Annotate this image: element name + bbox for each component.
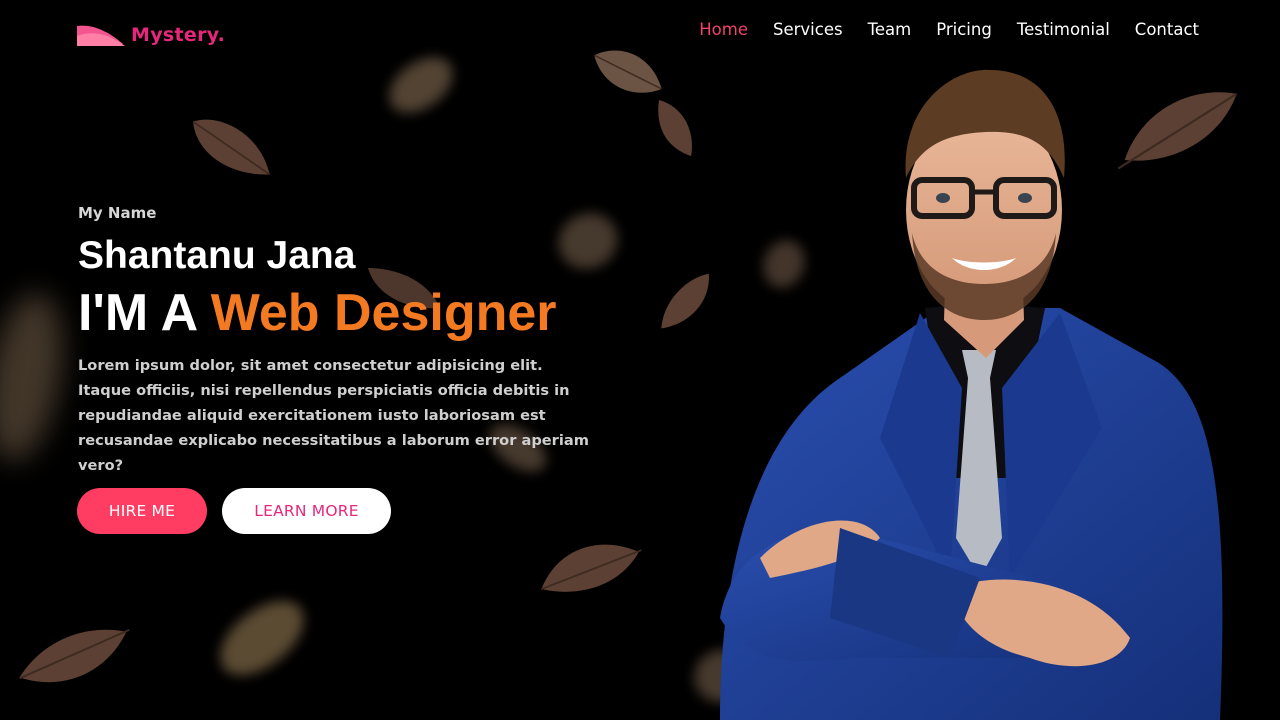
- hero-text: My Name Shantanu Jana I'M A Web Designer…: [78, 202, 638, 478]
- eyebrow-label: My Name: [78, 204, 157, 222]
- nav-item-testimonial[interactable]: Testimonial: [1017, 17, 1110, 43]
- leaf-icon: [192, 119, 271, 176]
- hero-description: Lorem ipsum dolor, sit amet consectetur …: [78, 357, 589, 474]
- leaf-icon: [540, 544, 642, 592]
- nav-item-contact[interactable]: Contact: [1135, 17, 1199, 43]
- hero-name: Shantanu Jana: [78, 234, 356, 277]
- nav-item-pricing[interactable]: Pricing: [936, 17, 992, 43]
- wave-logo-icon: [77, 25, 125, 46]
- nav-item-services[interactable]: Services: [773, 17, 843, 43]
- role-highlight: Web Designer: [210, 284, 557, 342]
- nav-item-team[interactable]: Team: [868, 17, 912, 43]
- blurred-leaf: [206, 589, 318, 687]
- blurred-leaf: [0, 287, 75, 467]
- blurred-leaf: [379, 49, 463, 121]
- hero-actions: HIRE ME LEARN MORE: [77, 488, 391, 534]
- brand-logo[interactable]: Mystery.: [77, 20, 225, 50]
- nav-item-home[interactable]: Home: [699, 17, 748, 43]
- hire-me-button[interactable]: HIRE ME: [77, 488, 207, 534]
- hero-role: I'M A Web Designer: [78, 283, 638, 343]
- leaf-icon: [19, 628, 130, 683]
- learn-more-button[interactable]: LEARN MORE: [222, 488, 391, 534]
- main-nav: Home Services Team Pricing Testimonial C…: [699, 17, 1199, 43]
- hero-section: Mystery. Home Services Team Pricing Test…: [0, 0, 1280, 720]
- portrait-image: [720, 69, 1223, 720]
- role-prefix: I'M A: [78, 284, 197, 342]
- brand-name: Mystery.: [131, 24, 226, 46]
